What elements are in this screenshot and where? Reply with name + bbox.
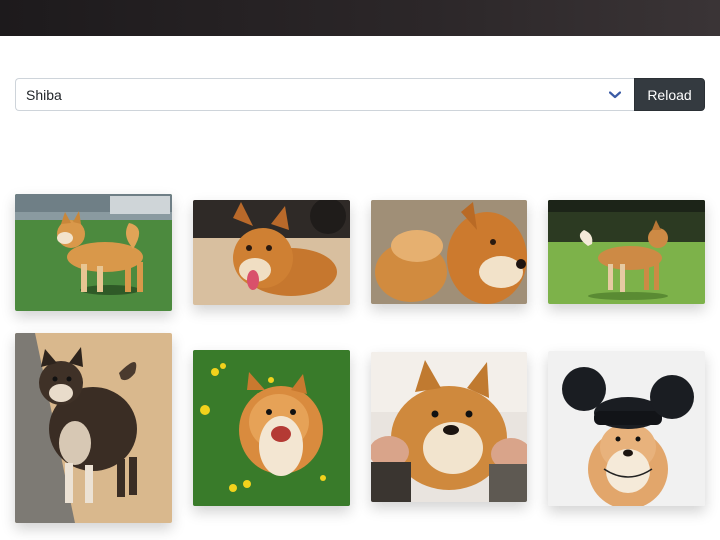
dog-photo-4 [548,200,705,304]
dog-photo-1 [15,194,172,311]
breed-select-value: Shiba [26,86,62,103]
breed-controls: Shiba Reload [15,78,705,111]
dog-photo-6 [193,350,350,506]
dog-photo-2 [193,200,350,305]
reload-button[interactable]: Reload [634,78,705,111]
top-navbar [0,0,720,36]
dog-photo-5 [15,333,172,523]
dog-photo-7 [371,352,527,502]
dog-photo-3 [371,200,527,304]
breed-select[interactable]: Shiba [15,78,634,111]
dog-photo-8 [548,351,705,506]
chevron-down-icon [608,88,622,102]
